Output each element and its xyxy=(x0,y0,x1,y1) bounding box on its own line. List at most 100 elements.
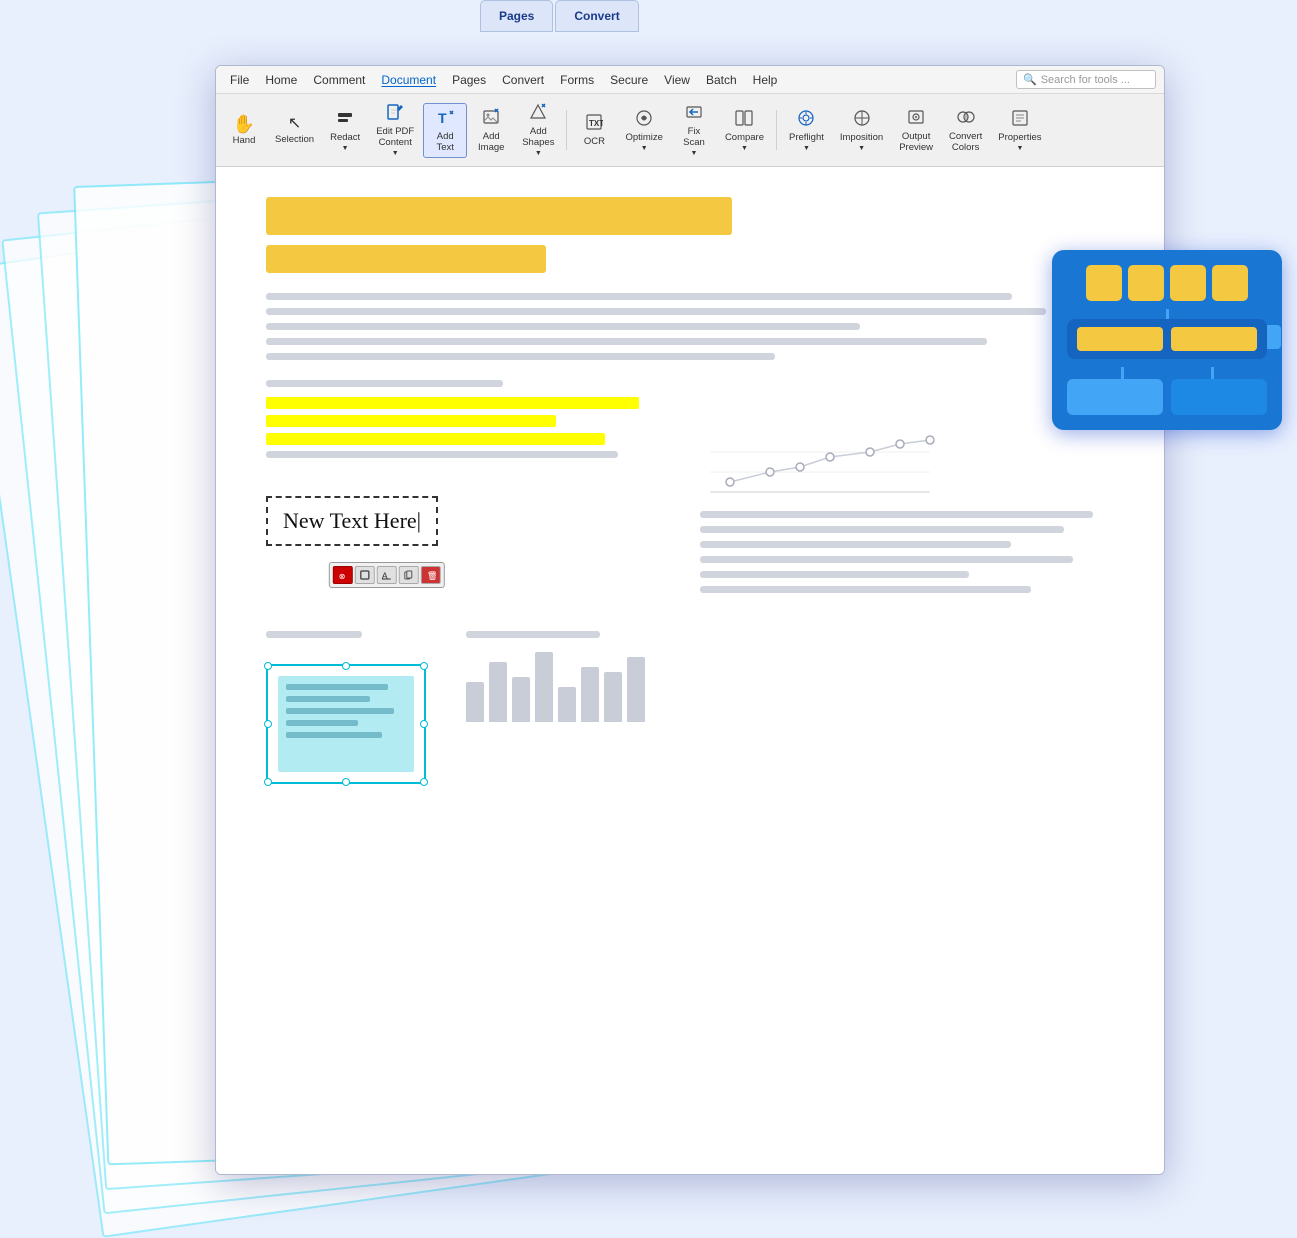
tool-redact[interactable]: Redact ▼ xyxy=(323,103,367,157)
compare-icon xyxy=(735,109,753,130)
diag-bot-block-1 xyxy=(1067,379,1163,415)
menu-home[interactable]: Home xyxy=(259,71,303,89)
text-edit-area: New Text Here| ⊗ A xyxy=(266,486,438,556)
handle-br[interactable] xyxy=(420,778,428,786)
tool-compare[interactable]: Compare ▼ xyxy=(718,104,771,157)
tool-add-image-label: AddImage xyxy=(478,131,504,153)
tool-selection-label: Selection xyxy=(275,134,314,145)
add-shapes-icon xyxy=(529,103,547,124)
separator-1 xyxy=(566,110,567,150)
text-tool-btn-1[interactable]: ⊗ xyxy=(333,566,353,584)
tab-pages[interactable]: Pages xyxy=(480,0,553,32)
tool-add-shapes[interactable]: AddShapes ▼ xyxy=(515,98,561,162)
left-column: New Text Here| ⊗ A xyxy=(266,397,680,601)
text-tool-btn-3[interactable]: A xyxy=(377,566,397,584)
redact-icon xyxy=(336,108,354,130)
selected-box-lines xyxy=(278,676,414,746)
text-tool-btn-2[interactable] xyxy=(355,566,375,584)
svg-text:T: T xyxy=(438,110,447,126)
connectors-h xyxy=(1087,367,1247,379)
menu-file[interactable]: File xyxy=(224,71,255,89)
tool-redact-label: Redact xyxy=(330,132,360,143)
bottom-left xyxy=(266,631,426,784)
output-preview-icon xyxy=(907,108,925,129)
tool-optimize-label: Optimize xyxy=(625,132,662,143)
tool-selection[interactable]: ↖ Selection xyxy=(268,111,321,150)
text-edit-box[interactable]: New Text Here| xyxy=(266,496,438,546)
diag-sq-1 xyxy=(1086,265,1122,301)
text-line xyxy=(266,380,503,387)
tool-edit-pdf-label: Edit PDFContent xyxy=(376,126,414,148)
diag-mid-row xyxy=(1067,319,1267,359)
selected-image-box[interactable] xyxy=(266,664,426,784)
add-image-icon xyxy=(482,108,500,129)
connector-v-3 xyxy=(1211,367,1214,379)
text-line xyxy=(266,323,860,330)
handle-ml[interactable] xyxy=(264,720,272,728)
menu-bar: File Home Comment Document Pages Convert… xyxy=(216,66,1164,94)
bar-8 xyxy=(627,657,645,722)
bar-4 xyxy=(535,652,553,722)
tool-add-image[interactable]: AddImage xyxy=(469,103,513,158)
tool-ocr[interactable]: TXT OCR xyxy=(572,108,616,152)
handle-bc[interactable] xyxy=(342,778,350,786)
menu-view[interactable]: View xyxy=(658,71,696,89)
tool-imposition[interactable]: Imposition ▼ xyxy=(833,104,890,157)
tool-add-text[interactable]: T AddText xyxy=(423,103,467,158)
menu-secure[interactable]: Secure xyxy=(604,71,654,89)
two-col-section: New Text Here| ⊗ A xyxy=(266,397,1114,601)
imposition-icon xyxy=(853,109,871,130)
document-content: New Text Here| ⊗ A xyxy=(216,167,1164,1175)
tab-convert[interactable]: Convert xyxy=(555,0,638,32)
bar-1 xyxy=(466,682,484,722)
edit-pdf-icon xyxy=(386,103,404,124)
handle-tr[interactable] xyxy=(420,662,428,670)
handle-tc[interactable] xyxy=(342,662,350,670)
tool-add-text-label: AddText xyxy=(437,131,454,153)
search-box[interactable]: 🔍 Search for tools ... xyxy=(1016,70,1156,89)
menu-convert[interactable]: Convert xyxy=(496,71,550,89)
tool-properties[interactable]: Properties ▼ xyxy=(991,104,1048,157)
diag-mid-block-1 xyxy=(1077,327,1163,351)
tool-convert-colors[interactable]: ConvertColors xyxy=(942,103,989,158)
tool-fix-scan[interactable]: FixScan ▼ xyxy=(672,98,716,162)
text-line xyxy=(266,293,1012,300)
title-bar xyxy=(266,197,732,235)
text-tool-btn-4[interactable] xyxy=(399,566,419,584)
tool-edit-pdf[interactable]: Edit PDFContent ▼ xyxy=(369,98,421,162)
menu-forms[interactable]: Forms xyxy=(554,71,600,89)
tool-hand[interactable]: ✋ Hand xyxy=(222,110,266,151)
connector-v-2 xyxy=(1121,367,1124,379)
text-tool-btn-5[interactable]: 🗑 xyxy=(421,566,441,584)
handle-mr[interactable] xyxy=(420,720,428,728)
diag-sq-3 xyxy=(1170,265,1206,301)
text-line xyxy=(266,308,1046,315)
highlight-yellow xyxy=(266,397,639,409)
bottom-section xyxy=(266,631,1114,784)
tool-imposition-label: Imposition xyxy=(840,132,883,143)
menu-comment[interactable]: Comment xyxy=(307,71,371,89)
tool-output-preview[interactable]: OutputPreview xyxy=(892,103,940,158)
text-line xyxy=(266,451,618,458)
text-line xyxy=(466,631,600,638)
text-edit-toolbar: ⊗ A 🗑 xyxy=(329,562,445,588)
menu-help[interactable]: Help xyxy=(747,71,784,89)
tool-add-shapes-label: AddShapes xyxy=(522,126,554,148)
bar-7 xyxy=(604,672,622,722)
menu-batch[interactable]: Batch xyxy=(700,71,743,89)
optimize-icon xyxy=(635,109,653,130)
properties-icon xyxy=(1011,109,1029,130)
tool-preflight[interactable]: Preflight ▼ xyxy=(782,104,831,157)
text-line xyxy=(700,526,1064,533)
diag-sq-2 xyxy=(1128,265,1164,301)
menu-pages[interactable]: Pages xyxy=(446,71,492,89)
handle-tl[interactable] xyxy=(264,662,272,670)
tool-optimize[interactable]: Optimize ▼ xyxy=(618,104,669,157)
bar-6 xyxy=(581,667,599,722)
text-line xyxy=(266,353,775,360)
add-text-icon: T xyxy=(436,108,454,129)
menu-document[interactable]: Document xyxy=(375,71,442,89)
handle-bl[interactable] xyxy=(264,778,272,786)
svg-text:⊗: ⊗ xyxy=(339,572,346,580)
tool-output-preview-label: OutputPreview xyxy=(899,131,933,153)
